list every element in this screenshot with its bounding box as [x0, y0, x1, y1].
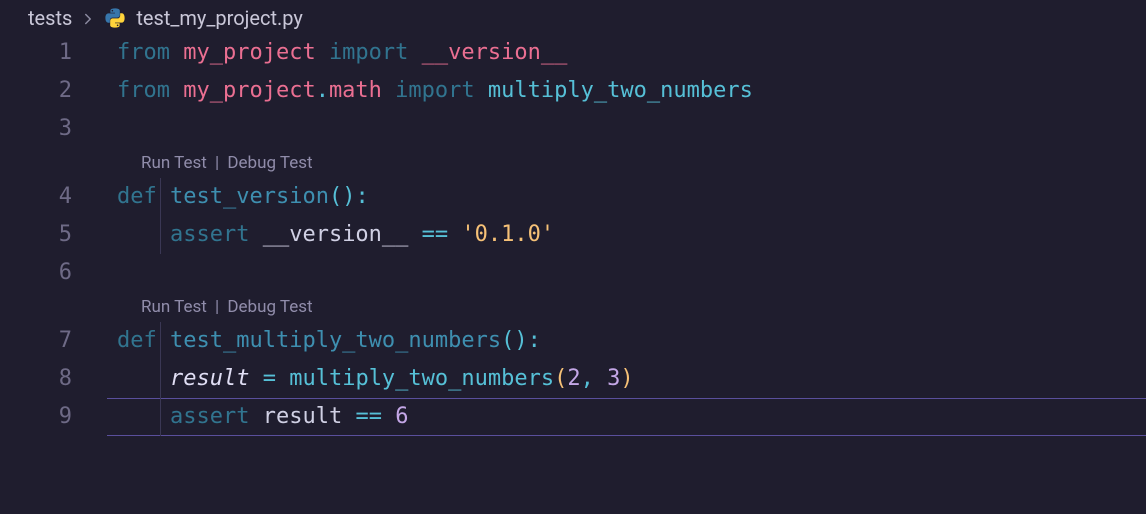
code-line[interactable]: 3 [0, 110, 1146, 148]
code-line[interactable]: 2 from my_project.math import multiply_t… [0, 72, 1146, 110]
code-line-active[interactable]: 9 assert result == 6 [0, 398, 1146, 436]
line-number: 3 [0, 110, 110, 148]
breadcrumb-folder[interactable]: tests [28, 6, 72, 30]
line-number: 6 [0, 254, 110, 292]
line-number: 4 [0, 178, 110, 216]
code-line[interactable]: 7 def test_multiply_two_numbers(): [0, 322, 1146, 360]
code-line[interactable]: 4 def test_version(): [0, 178, 1146, 216]
code-editor[interactable]: 1 from my_project import __version__ 2 f… [0, 34, 1146, 436]
code-line[interactable]: 8 result = multiply_two_numbers(2, 3) [0, 360, 1146, 398]
run-test-link[interactable]: Run Test [141, 153, 207, 173]
line-number: 7 [0, 322, 110, 360]
line-number: 9 [0, 398, 110, 436]
debug-test-link[interactable]: Debug Test [227, 153, 312, 173]
line-number: 2 [0, 72, 110, 110]
debug-test-link[interactable]: Debug Test [227, 297, 312, 317]
codelens: Run Test | Debug Test [0, 148, 1146, 178]
line-number: 5 [0, 216, 110, 254]
python-icon [104, 7, 126, 29]
line-number: 1 [0, 34, 110, 72]
breadcrumb-file[interactable]: test_my_project.py [136, 6, 303, 30]
code-line[interactable]: 1 from my_project import __version__ [0, 34, 1146, 72]
breadcrumb[interactable]: tests test_my_project.py [0, 0, 1146, 34]
code-line[interactable]: 6 [0, 254, 1146, 292]
line-number: 8 [0, 360, 110, 398]
chevron-right-icon [82, 6, 94, 30]
run-test-link[interactable]: Run Test [141, 297, 207, 317]
code-line[interactable]: 5 assert __version__ == '0.1.0' [0, 216, 1146, 254]
codelens: Run Test | Debug Test [0, 292, 1146, 322]
